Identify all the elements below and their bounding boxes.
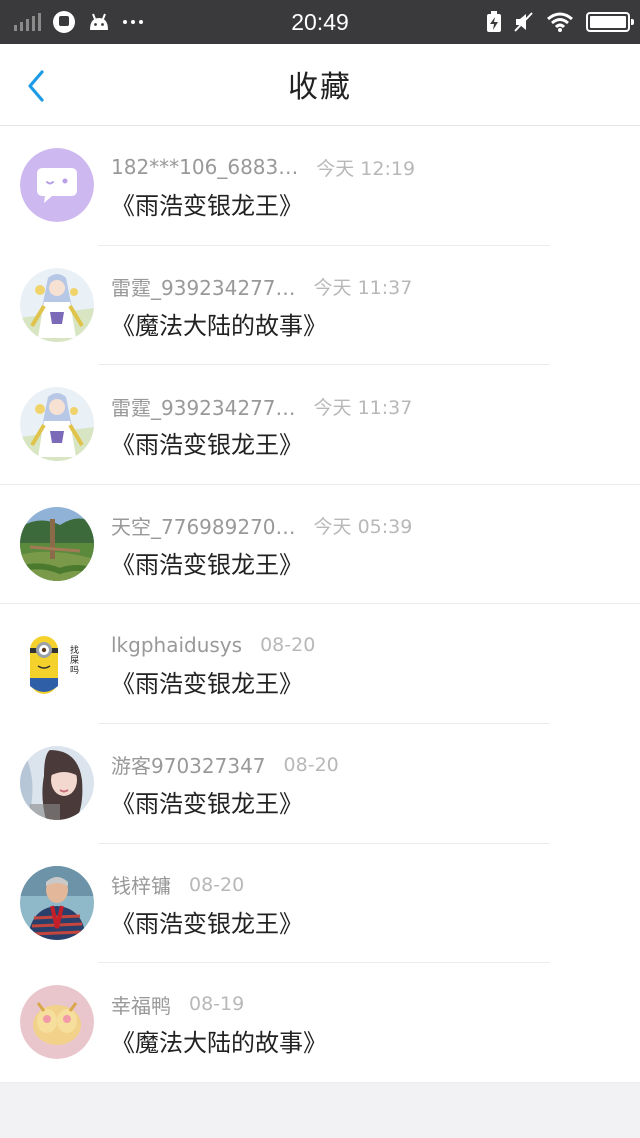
- username[interactable]: 钱梓镛: [111, 870, 171, 899]
- chevron-left-icon: [28, 70, 44, 102]
- timestamp: 08-20: [260, 634, 316, 657]
- anime-character-avatar[interactable]: [20, 267, 94, 342]
- battery-icon: [586, 12, 634, 32]
- list-item[interactable]: 找屎吗 lkgphaidusys 08-20 《雨浩变银龙王》: [0, 604, 640, 724]
- timestamp: 今天 11:37: [313, 396, 413, 419]
- charging-icon: [487, 11, 501, 32]
- book-title[interactable]: 《雨浩变银龙王》: [111, 186, 303, 221]
- anime-character-avatar[interactable]: [20, 387, 94, 462]
- timestamp: 08-19: [189, 993, 245, 1016]
- status-bar: 20:49: [0, 0, 640, 44]
- timestamp: 今天 12:19: [316, 157, 416, 180]
- item-meta: lkgphaidusys 08-20: [111, 630, 315, 660]
- list-item[interactable]: 182***106_6883… 今天 12:19 《雨浩变银龙王》: [0, 126, 640, 246]
- divider: [0, 1081, 640, 1083]
- book-title[interactable]: 《魔法大陆的故事》: [111, 1023, 327, 1058]
- back-button[interactable]: [16, 64, 56, 108]
- nav-header: 收藏: [0, 44, 640, 126]
- username[interactable]: 游客970327347: [111, 750, 266, 779]
- timestamp: 08-20: [189, 873, 245, 896]
- username[interactable]: 幸福鸭: [111, 990, 171, 1019]
- chat-bubble-avatar[interactable]: [20, 148, 94, 222]
- wifi-icon: [547, 12, 573, 32]
- avatar-caption: 找屎吗: [70, 646, 80, 677]
- list-item[interactable]: 雷霆_939234277… 今天 11:37 《雨浩变银龙王》: [0, 365, 640, 485]
- timestamp: 今天 05:39: [313, 516, 413, 539]
- list-item[interactable]: 天空_776989270… 今天 05:39 《雨浩变银龙王》: [0, 485, 640, 605]
- girl-photo-avatar[interactable]: [20, 745, 94, 820]
- username[interactable]: 182***106_6883…: [111, 155, 298, 179]
- cake-photo-avatar[interactable]: [20, 985, 94, 1060]
- username[interactable]: lkgphaidusys: [111, 633, 242, 657]
- item-meta: 游客970327347 08-20: [111, 750, 339, 780]
- username[interactable]: 天空_776989270…: [111, 511, 296, 540]
- page-title: 收藏: [288, 70, 352, 105]
- item-meta: 天空_776989270… 今天 05:39: [111, 511, 412, 541]
- book-title[interactable]: 《雨浩变银龙王》: [111, 545, 303, 580]
- item-meta: 幸福鸭 08-19: [111, 989, 244, 1019]
- book-title[interactable]: 《雨浩变银龙王》: [111, 784, 303, 819]
- list-item[interactable]: 幸福鸭 08-19 《魔法大陆的故事》: [0, 963, 640, 1083]
- item-meta: 雷霆_939234277… 今天 11:37: [111, 391, 412, 421]
- book-title[interactable]: 《雨浩变银龙王》: [111, 904, 303, 939]
- man-photo-avatar[interactable]: [20, 865, 94, 940]
- garden-photo-avatar[interactable]: [20, 506, 94, 581]
- list-item[interactable]: 钱梓镛 08-20 《雨浩变银龙王》: [0, 844, 640, 964]
- item-meta: 钱梓镛 08-20: [111, 870, 244, 900]
- list-item[interactable]: 游客970327347 08-20 《雨浩变银龙王》: [0, 724, 640, 844]
- username[interactable]: 雷霆_939234277…: [111, 392, 296, 421]
- item-meta: 182***106_6883… 今天 12:19: [111, 152, 415, 182]
- mute-icon: [514, 12, 533, 32]
- book-title[interactable]: 《雨浩变银龙王》: [111, 664, 303, 699]
- list-item[interactable]: 雷霆_939234277… 今天 11:37 《魔法大陆的故事》: [0, 246, 640, 366]
- username[interactable]: 雷霆_939234277…: [111, 272, 296, 301]
- book-title[interactable]: 《魔法大陆的故事》: [111, 306, 327, 341]
- book-title[interactable]: 《雨浩变银龙王》: [111, 425, 303, 460]
- timestamp: 08-20: [283, 753, 339, 776]
- favorites-list: 182***106_6883… 今天 12:19 《雨浩变银龙王》 雷霆_939…: [0, 126, 640, 1083]
- minion-avatar[interactable]: 找屎吗: [20, 626, 94, 701]
- item-meta: 雷霆_939234277… 今天 11:37: [111, 272, 412, 302]
- timestamp: 今天 11:37: [313, 277, 413, 300]
